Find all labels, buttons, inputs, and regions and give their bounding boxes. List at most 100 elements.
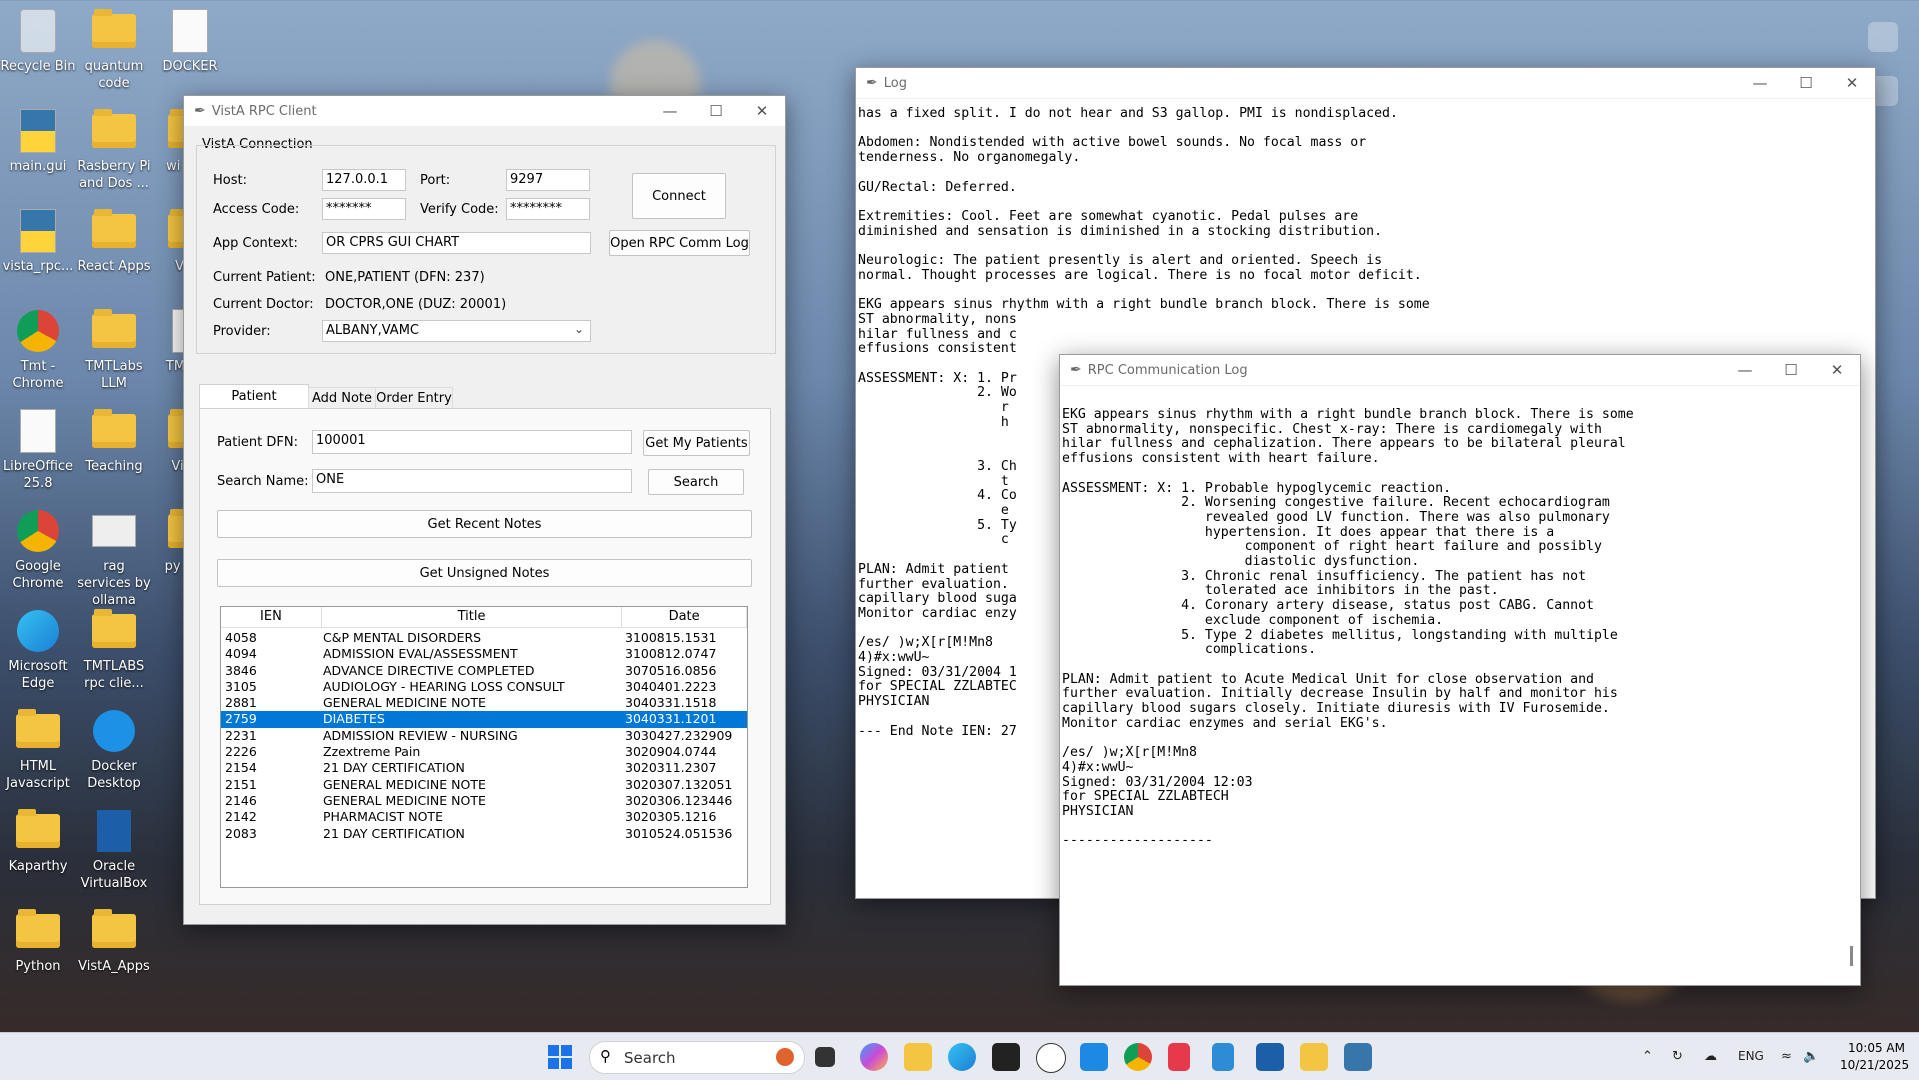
column-header-ien[interactable]: IEN [221, 607, 322, 627]
table-row[interactable]: 2231 ADMISSION REVIEW - NURSING 3030427.23… [221, 728, 747, 744]
wifi-icon[interactable]: ≈ [1781, 1049, 1792, 1064]
tab-add-note[interactable]: Add Note [308, 387, 376, 409]
desktop-icon[interactable]: Microsoft Edge [0, 608, 76, 692]
close-icon[interactable]: ✕ [739, 102, 785, 120]
column-header-title[interactable]: Title [322, 607, 623, 627]
desktop-icon[interactable]: Docker Desktop [76, 708, 152, 792]
clock-time[interactable]: 10:05 AM [1848, 1041, 1905, 1055]
desktop-icon[interactable]: Python [0, 908, 76, 975]
close-icon[interactable]: ✕ [1829, 74, 1875, 92]
maximize-icon[interactable]: ☐ [1783, 74, 1829, 92]
table-row[interactable]: 3105 AUDIOLOGY - HEARING LOSS CONSULT 3040… [221, 679, 747, 695]
virtualbox-icon[interactable] [1256, 1043, 1284, 1071]
minimize-icon[interactable]: — [1737, 74, 1783, 92]
volume-icon[interactable]: 🔈 [1803, 1049, 1819, 1064]
close-icon[interactable]: ✕ [1814, 361, 1860, 379]
desktop-icon[interactable]: main.gui [0, 108, 76, 175]
snipping-tool-icon[interactable] [1168, 1043, 1190, 1071]
desktop-icon[interactable]: Tmt - Chrome [0, 308, 76, 392]
document-icon [167, 8, 213, 54]
table-row[interactable]: 2142 PHARMACIST NOTE 3020305.1216 [221, 809, 747, 825]
desktop-icon[interactable]: LibreOffice 25.8 [0, 408, 76, 492]
scrollbar-thumb[interactable] [1850, 946, 1853, 966]
comm-log-text-area[interactable]: EKG appears sinus rhythm with a right bu… [1060, 386, 1860, 985]
desktop-icon[interactable]: quantum code [76, 8, 152, 92]
get-my-patients-button[interactable]: Get My Patients [643, 430, 750, 456]
get-unsigned-notes-button[interactable]: Get Unsigned Notes [217, 559, 752, 587]
app-context-input[interactable]: OR CPRS GUI CHART [322, 232, 591, 254]
chrome-icon[interactable] [1124, 1043, 1152, 1071]
verify-code-input[interactable]: ******** [506, 198, 590, 220]
python-idle-icon[interactable] [1300, 1043, 1328, 1071]
task-view-icon[interactable] [815, 1047, 835, 1067]
provider-select[interactable]: ALBANY,VAMC ⌄ [322, 320, 591, 342]
table-row[interactable]: 3846 ADVANCE DIRECTIVE COMPLETED 3070516.0… [221, 663, 747, 679]
cell-date: 3020904.0744 [625, 744, 717, 760]
desktop-icon[interactable]: Kaparthy [0, 808, 76, 875]
desktop-icon[interactable]: TMTLabs LLM [76, 308, 152, 392]
desktop-icon[interactable]: DOCKER [152, 8, 228, 75]
current-patient-label: Current Patient: [213, 270, 316, 285]
table-row[interactable]: 4094 ADMISSION EVAL/ASSESSMENT 3100812.074… [221, 646, 747, 662]
table-row[interactable]: 2151 GENERAL MEDICINE NOTE 3020307.132051 [221, 777, 747, 793]
chevron-up-icon[interactable]: ⌃ [1642, 1049, 1653, 1064]
desktop-icon[interactable]: HTML Javascript [0, 708, 76, 792]
desktop-icon-label: Oracle VirtualBox [80, 859, 148, 891]
feather-icon: ✒ [194, 103, 206, 119]
folder-icon [91, 608, 137, 654]
sync-icon[interactable]: ↻ [1672, 1049, 1683, 1064]
desktop-icon[interactable]: TMTLABS rpc clie... [76, 608, 152, 692]
terminal-icon[interactable] [992, 1043, 1020, 1071]
access-code-input[interactable]: ******* [322, 198, 406, 220]
table-row[interactable]: 2083 21 DAY CERTIFICATION 3010524.051536 [221, 826, 747, 842]
connect-button[interactable]: Connect [632, 173, 726, 219]
desktop-icon[interactable]: Rasberry Pi and Dos ... [76, 108, 152, 192]
table-row[interactable]: 2154 21 DAY CERTIFICATION 3020311.2307 [221, 760, 747, 776]
snip-tool-icon[interactable] [1868, 22, 1898, 52]
desktop-icon[interactable]: Teaching [76, 408, 152, 475]
language-indicator[interactable]: ENG [1738, 1049, 1764, 1063]
column-header-date[interactable]: Date [622, 607, 747, 627]
folder-icon [91, 108, 137, 154]
cloud-icon[interactable]: ☁ [1704, 1049, 1717, 1064]
desktop-icon[interactable]: rag services by ollama [76, 508, 152, 609]
desktop-icon[interactable]: Google Chrome [0, 508, 76, 592]
tab-order-entry[interactable]: Order Entry [375, 387, 453, 409]
port-input[interactable]: 9297 [506, 169, 590, 191]
maximize-icon[interactable]: ☐ [693, 102, 739, 120]
maximize-icon[interactable]: ☐ [1768, 361, 1814, 379]
search-name-input[interactable]: ONE [312, 469, 632, 493]
desktop-icon-label: Tmt - Chrome [12, 359, 64, 391]
minimize-icon[interactable]: — [1722, 361, 1768, 379]
desktop-icon[interactable]: VistA_Apps [76, 908, 152, 975]
get-recent-notes-button[interactable]: Get Recent Notes [217, 510, 752, 538]
desktop-icon[interactable]: React Apps [76, 208, 152, 275]
table-row[interactable]: 2146 GENERAL MEDICINE NOTE 3020306.123446 [221, 793, 747, 809]
desktop-icon[interactable]: Oracle VirtualBox [76, 808, 152, 892]
taskbar-search-box[interactable]: ⚲ Search [589, 1041, 805, 1074]
notes-table[interactable]: IEN Title Date 4058 C&P MENTAL DISORDERS 3… [220, 606, 748, 888]
desktop-icon-label: Recycle Bin [0, 59, 76, 74]
edge-icon[interactable] [948, 1043, 976, 1071]
start-button[interactable] [548, 1045, 572, 1069]
table-row[interactable]: 4058 C&P MENTAL DISORDERS 3100815.1531 [221, 630, 747, 646]
patient-dfn-input[interactable]: 100001 [312, 430, 632, 454]
open-rpc-comm-log-button[interactable]: Open RPC Comm Log [609, 230, 750, 256]
desktop-icon[interactable]: Recycle Bin [0, 8, 76, 75]
notepad-icon[interactable] [1212, 1043, 1234, 1071]
minimize-icon[interactable]: — [647, 102, 693, 120]
vscode-icon[interactable] [1080, 1043, 1108, 1071]
desktop-icon[interactable]: vista_rpc... [0, 208, 76, 275]
table-row[interactable]: 2226 Zzextreme Pain 3020904.0744 [221, 744, 747, 760]
tab-patient-selection[interactable]: Patient Selection [199, 384, 309, 428]
file-explorer-icon[interactable] [904, 1043, 932, 1071]
python-app-icon[interactable] [1344, 1043, 1372, 1071]
linux-penguin-icon[interactable] [1036, 1043, 1066, 1073]
table-row[interactable]: 2881 GENERAL MEDICINE NOTE 3040331.1518 [221, 695, 747, 711]
current-patient-value: ONE,PATIENT (DFN: 237) [325, 270, 485, 285]
copilot-icon[interactable] [860, 1043, 888, 1071]
host-input[interactable]: 127.0.0.1 [322, 169, 406, 191]
table-row[interactable]: 2759 DIABETES 3040331.1201 [221, 711, 747, 728]
clock-date[interactable]: 10/21/2025 [1840, 1058, 1909, 1072]
search-button[interactable]: Search [648, 469, 744, 495]
